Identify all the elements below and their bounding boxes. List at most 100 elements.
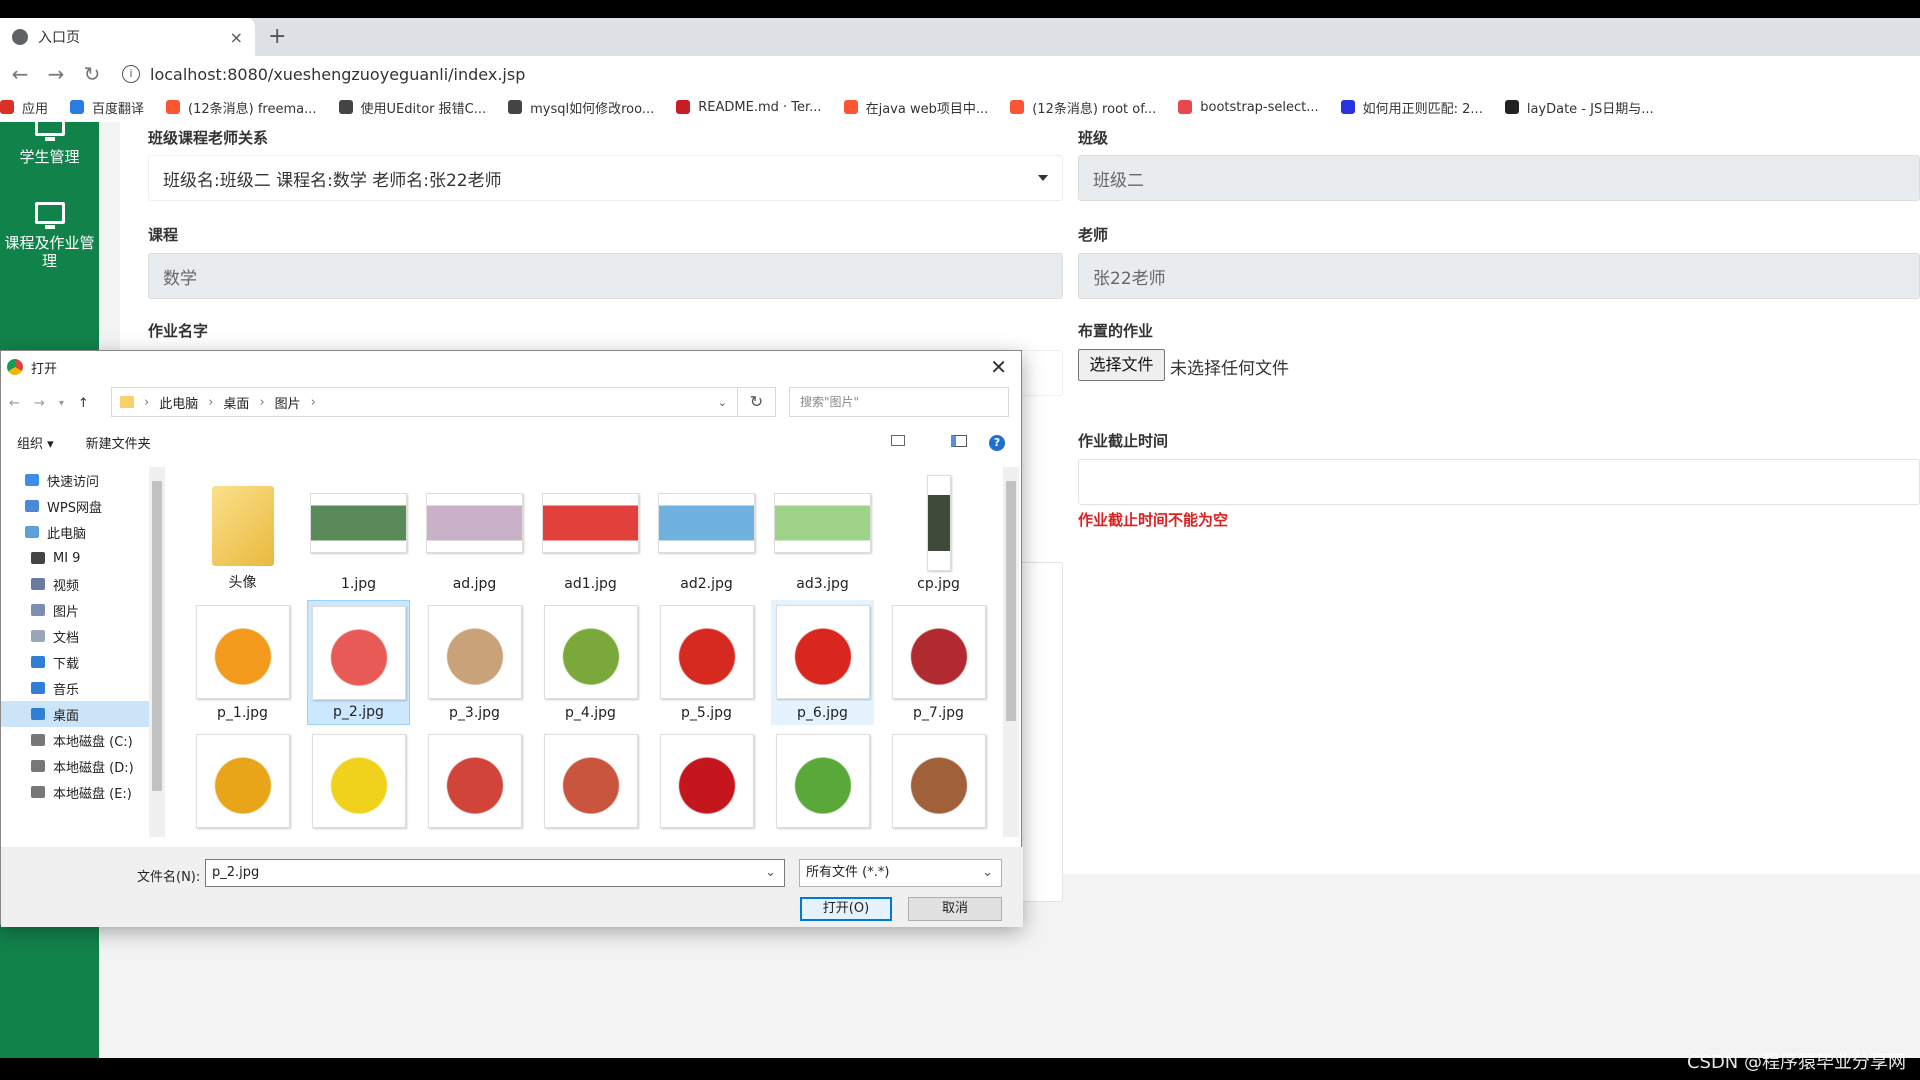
back-icon[interactable]: ← (9, 396, 20, 411)
file-name: ad3.jpg (796, 576, 849, 592)
path-segment[interactable]: 图片 (275, 393, 301, 412)
file-tile[interactable]: p_1.jpg (191, 600, 294, 725)
nav-item[interactable]: 音乐 (1, 675, 149, 701)
relation-label: 班级课程老师关系 (148, 129, 269, 147)
file-name: 1.jpg (340, 576, 377, 592)
watermark: CSDN @程序猿毕业分享网 (1686, 1052, 1906, 1073)
bookmark-item[interactable]: 在java web项目中... (843, 98, 988, 117)
dialog-close-icon[interactable]: ✕ (990, 355, 1007, 379)
file-tile[interactable] (423, 729, 526, 841)
bookmark-item[interactable]: 使用UEditor 报错C... (338, 98, 486, 117)
nav-item[interactable]: 图片 (1, 597, 149, 623)
bookmark-favicon-icon (166, 100, 181, 114)
nav-item[interactable]: MI 9 (1, 545, 149, 571)
file-tile[interactable]: 头像 (191, 471, 294, 596)
file-name: p_4.jpg (565, 705, 616, 721)
nav-item-label: 本地磁盘 (C:) (53, 734, 133, 750)
bookmark-item[interactable]: (12条消息) root of... (1010, 98, 1156, 117)
file-tile[interactable]: p_7.jpg (887, 600, 990, 725)
file-tile[interactable] (191, 729, 294, 841)
tab-close-icon[interactable]: × (230, 28, 243, 47)
file-tile[interactable]: ad.jpg (423, 471, 526, 596)
file-tile[interactable]: p_5.jpg (655, 600, 758, 725)
chevron-down-icon[interactable]: ▾ (59, 398, 64, 409)
up-icon[interactable]: ↑ (78, 396, 89, 411)
nav-scrollbar[interactable] (149, 467, 165, 837)
forward-icon[interactable]: → (34, 396, 45, 411)
file-type-select[interactable]: 所有文件 (*.*) ⌄ (799, 859, 1002, 887)
new-tab-button[interactable]: + (268, 24, 286, 49)
file-tile[interactable]: ad3.jpg (771, 471, 874, 596)
nav-item[interactable]: 本地磁盘 (E:) (1, 779, 149, 805)
nav-item[interactable]: 此电脑 (1, 519, 149, 545)
sidebar-item-students[interactable]: 学生管理 (0, 114, 99, 167)
relation-select[interactable]: 班级名:班级二 课程名:数学 老师名:张22老师 (148, 155, 1063, 201)
no-file-text: 未选择任何文件 (1170, 359, 1289, 379)
nav-item-icon (31, 630, 45, 642)
bookmark-item[interactable]: bootstrap-select... (1178, 100, 1319, 115)
nav-scroll-thumb[interactable] (152, 481, 162, 791)
preview-pane-icon[interactable] (951, 435, 967, 447)
file-tile[interactable]: ad1.jpg (539, 471, 642, 596)
file-tile[interactable] (887, 729, 990, 841)
path-segment[interactable]: 桌面 (223, 393, 249, 412)
bookmark-label: (12条消息) freema... (188, 101, 317, 117)
refresh-icon[interactable]: ↻ (738, 387, 776, 417)
info-icon[interactable]: i (122, 65, 140, 83)
tab-entry[interactable]: 入口页 × (0, 18, 255, 56)
nav-item-label: 图片 (53, 604, 80, 620)
cancel-button[interactable]: 取消 (908, 897, 1002, 921)
organize-button[interactable]: 组织 ▾ (17, 433, 54, 452)
bookmark-item[interactable]: README.md · Ter... (676, 100, 822, 115)
nav-item[interactable]: 视频 (1, 571, 149, 597)
file-tile[interactable] (655, 729, 758, 841)
grid-scroll-thumb[interactable] (1006, 481, 1016, 721)
nav-item[interactable]: 快速访问 (1, 467, 149, 493)
bookmark-item[interactable]: layDate - JS日期与... (1504, 98, 1654, 117)
image-thumbnail (890, 474, 987, 571)
nav-item-label: 视频 (53, 578, 80, 594)
grid-scrollbar[interactable] (1003, 467, 1019, 837)
deadline-input[interactable] (1078, 459, 1920, 505)
path-bar[interactable]: › 此电脑 › 桌面 › 图片 › ⌄ (111, 387, 738, 417)
open-button[interactable]: 打开(O) (800, 897, 892, 921)
nav-item[interactable]: 下载 (1, 649, 149, 675)
nav-item[interactable]: 本地磁盘 (C:) (1, 727, 149, 753)
path-segment[interactable]: 此电脑 (159, 393, 198, 412)
nav-item[interactable]: 桌面 (1, 701, 149, 727)
file-tile[interactable] (539, 729, 642, 841)
file-tile[interactable]: cp.jpg (887, 471, 990, 596)
file-tile[interactable]: p_3.jpg (423, 600, 526, 725)
file-tile[interactable]: p_4.jpg (539, 600, 642, 725)
file-tile[interactable]: 1.jpg (307, 471, 410, 596)
nav-item[interactable]: 本地磁盘 (D:) (1, 753, 149, 779)
file-tile[interactable]: p_2.jpg (307, 600, 410, 725)
nav-item-label: 音乐 (53, 682, 80, 698)
help-icon[interactable]: ? (989, 435, 1005, 451)
dialog-toolbar: 组织 ▾ 新建文件夹 (1, 427, 1023, 457)
back-icon[interactable]: ← (6, 62, 34, 86)
bookmark-label: 如何用正则匹配: 2... (1362, 101, 1483, 117)
file-tile[interactable] (771, 729, 874, 841)
view-icon[interactable] (891, 435, 905, 446)
new-folder-button[interactable]: 新建文件夹 (86, 433, 151, 452)
file-tile[interactable] (307, 729, 410, 841)
file-tile[interactable]: p_6.jpg (771, 600, 874, 725)
bookmark-item[interactable]: (12条消息) freema... (166, 98, 317, 117)
reload-icon[interactable]: ↻ (78, 62, 106, 86)
bookmark-item[interactable]: 如何用正则匹配: 2... (1340, 98, 1483, 117)
nav-item[interactable]: 文档 (1, 623, 149, 649)
choose-file-button[interactable]: 选择文件 (1078, 349, 1165, 381)
filename-input[interactable]: p_2.jpg ⌄ (205, 859, 785, 887)
file-tile[interactable]: ad2.jpg (655, 471, 758, 596)
chevron-down-icon[interactable]: ⌄ (765, 860, 776, 886)
nav-item[interactable]: WPS网盘 (1, 493, 149, 519)
sidebar-item-courses[interactable]: 课程及作业管理 (0, 202, 99, 270)
chevron-down-icon[interactable]: ⌄ (982, 860, 993, 886)
forward-icon[interactable]: → (42, 62, 70, 86)
filename-row: 文件名(N): p_2.jpg ⌄ 所有文件 (*.*) ⌄ 打开(O) 取消 (1, 847, 1023, 927)
address-bar[interactable]: localhost:8080/xueshengzuoyeguanli/index… (150, 65, 525, 84)
chevron-down-icon[interactable]: ⌄ (718, 396, 727, 409)
search-input[interactable]: 搜索"图片" (789, 387, 1009, 417)
bookmark-item[interactable]: mysql如何修改roo... (508, 98, 654, 117)
